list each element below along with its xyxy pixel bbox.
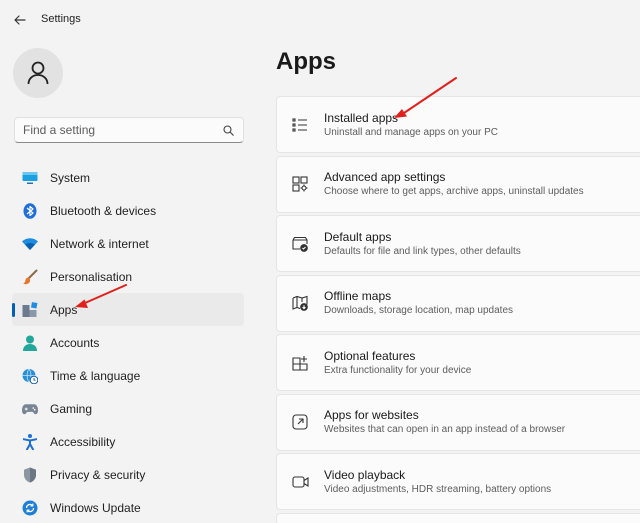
card-description: Websites that can open in an app instead… xyxy=(324,424,566,435)
sidebar-item-label: Apps xyxy=(50,302,78,317)
card-title: Advanced app settings xyxy=(324,170,446,184)
sidebar-item-privacy-security[interactable]: Privacy & security xyxy=(12,458,244,491)
open-external-icon xyxy=(291,413,309,431)
app-title: Settings xyxy=(41,13,81,25)
card-title: Default apps xyxy=(324,229,392,244)
accessibility-icon xyxy=(22,433,38,450)
title-bar: Settings xyxy=(0,0,640,40)
card-description: Extra functionality for your device xyxy=(324,364,472,376)
card-title: Optional features xyxy=(324,348,416,363)
map-icon xyxy=(291,294,309,312)
bluetooth-icon xyxy=(22,202,38,219)
update-icon xyxy=(22,500,38,516)
settings-card-list: Installed apps Uninstall and manage apps… xyxy=(276,96,640,523)
search-box[interactable] xyxy=(14,117,244,143)
paintbrush-icon xyxy=(22,269,38,285)
card-default-apps[interactable]: Default apps Defaults for file and link … xyxy=(276,215,640,272)
sidebar-item-accounts[interactable]: Accounts xyxy=(12,326,244,359)
sidebar-item-label: Windows Update xyxy=(50,500,141,515)
sidebar-item-apps[interactable]: Apps xyxy=(12,293,244,326)
monitor-icon xyxy=(22,170,38,186)
card-apps-for-websites[interactable]: Apps for websites Websites that can open… xyxy=(276,393,640,451)
sidebar-nav: System Bluetooth & devices Network & int… xyxy=(12,161,244,523)
sidebar-item-system[interactable]: System xyxy=(12,161,244,194)
person-icon xyxy=(27,61,49,85)
card-optional-features[interactable]: Optional features Extra functionality fo… xyxy=(276,334,640,391)
sidebar-item-label: Privacy & security xyxy=(50,467,146,482)
card-title: Offline maps xyxy=(324,289,392,303)
card-description: Choose where to get apps, archive apps, … xyxy=(324,186,584,197)
card-description: Video adjustments, HDR streaming, batter… xyxy=(324,483,552,495)
back-button[interactable] xyxy=(10,11,30,29)
wifi-icon xyxy=(22,236,38,252)
sidebar-item-label: Gaming xyxy=(50,401,93,416)
card-description: Uninstall and manage apps on your PC xyxy=(324,126,498,138)
search-input[interactable] xyxy=(23,123,221,137)
sidebar-item-label: System xyxy=(50,170,91,185)
person-icon xyxy=(22,335,38,351)
optional-features-icon xyxy=(291,354,309,372)
card-title: Apps for websites xyxy=(324,408,419,422)
card-title: Video playback xyxy=(324,467,406,482)
card-description: Downloads, storage location, map updates xyxy=(324,305,514,316)
sidebar-item-gaming[interactable]: Gaming xyxy=(12,392,244,425)
sidebar-item-label: Network & internet xyxy=(50,236,149,251)
sidebar-item-label: Accounts xyxy=(50,335,100,350)
shield-icon xyxy=(22,467,38,483)
sidebar-item-label: Time & language xyxy=(50,368,141,383)
back-arrow-icon xyxy=(14,15,26,25)
card-video-playback[interactable]: Video playback Video adjustments, HDR st… xyxy=(276,453,640,510)
sidebar-item-accessibility[interactable]: Accessibility xyxy=(12,425,244,458)
sidebar-item-network[interactable]: Network & internet xyxy=(12,227,244,260)
globe-clock-icon xyxy=(22,368,38,384)
sidebar-item-label: Accessibility xyxy=(50,434,116,449)
default-apps-icon xyxy=(291,235,309,253)
sidebar-item-personalisation[interactable]: Personalisation xyxy=(12,260,244,293)
card-offline-maps[interactable]: Offline maps Downloads, storage location… xyxy=(276,274,640,332)
card-installed-apps[interactable]: Installed apps Uninstall and manage apps… xyxy=(276,96,640,153)
list-icon xyxy=(291,116,309,134)
card-advanced-app-settings[interactable]: Advanced app settings Choose where to ge… xyxy=(276,155,640,213)
sidebar-item-label: Bluetooth & devices xyxy=(50,203,157,218)
search-icon[interactable] xyxy=(221,123,235,137)
sidebar-item-time-language[interactable]: Time & language xyxy=(12,359,244,392)
card-next-partial[interactable] xyxy=(276,512,640,523)
sidebar-item-label: Personalisation xyxy=(50,269,133,284)
app-settings-icon xyxy=(291,175,309,193)
card-title: Installed apps xyxy=(324,110,399,125)
card-description: Defaults for file and link types, other … xyxy=(324,245,521,257)
avatar[interactable] xyxy=(13,48,63,98)
page-title: Apps xyxy=(276,48,336,75)
video-icon xyxy=(291,473,309,491)
sidebar-item-windows-update[interactable]: Windows Update xyxy=(12,491,244,523)
apps-icon xyxy=(22,301,38,318)
sidebar-item-bluetooth[interactable]: Bluetooth & devices xyxy=(12,194,244,227)
gamepad-icon xyxy=(22,401,38,417)
